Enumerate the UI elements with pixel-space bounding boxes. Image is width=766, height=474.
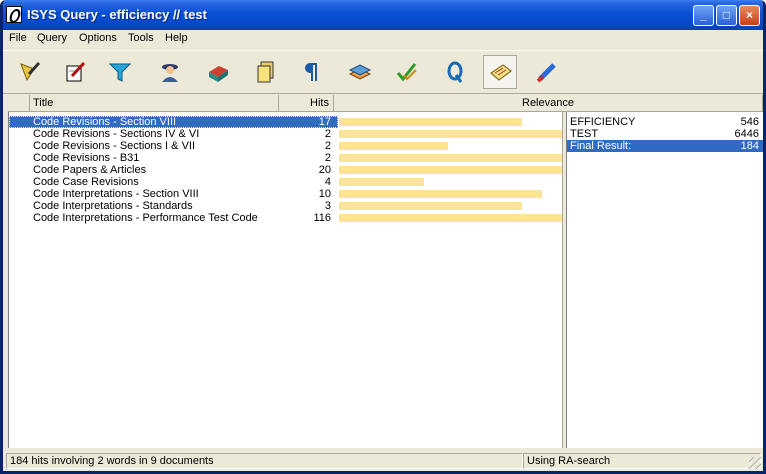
relevance-bar <box>339 142 449 150</box>
relevance-bar <box>339 178 424 186</box>
term-label: Final Result: <box>570 140 632 152</box>
card-box-icon[interactable] <box>201 55 235 89</box>
row-hits: 17 <box>318 116 331 128</box>
row-hits: 2 <box>324 128 331 140</box>
app-logo-icon[interactable] <box>6 6 22 23</box>
menu-help[interactable]: Help <box>165 32 188 44</box>
row-title: Code Interpretations - Section VIII <box>33 188 199 200</box>
status-bar: 184 hits involving 2 words in 9 document… <box>3 451 763 471</box>
relevance-bar-track <box>339 166 562 174</box>
window-title: ISYS Query - efficiency // test <box>27 7 207 22</box>
menu-bar: File Query Options Tools Help <box>3 30 763 48</box>
row-hits: 116 <box>313 212 331 224</box>
query-pen-icon[interactable] <box>13 55 47 89</box>
toolbar <box>3 50 763 94</box>
highlighter-icon[interactable] <box>530 55 564 89</box>
table-row[interactable]: Code Interpretations - Performance Test … <box>9 212 562 224</box>
column-header-title[interactable]: Title <box>30 95 279 112</box>
menu-tools[interactable]: Tools <box>128 32 154 44</box>
relevance-bar <box>339 190 542 198</box>
relevance-bar-track <box>339 190 562 198</box>
close-button[interactable]: × <box>739 5 760 26</box>
row-hits: 4 <box>324 176 331 188</box>
term-label: TEST <box>570 128 599 140</box>
funnel-icon[interactable] <box>103 55 137 89</box>
title-bar[interactable]: ISYS Query - efficiency // test _ □ × <box>3 0 763 30</box>
table-row[interactable]: Code Revisions - B31 2 <box>9 152 562 164</box>
resize-grip[interactable] <box>749 457 761 469</box>
relevance-bar-track <box>339 154 562 162</box>
notepad-pen-icon[interactable] <box>58 55 92 89</box>
relevance-bar <box>339 214 562 222</box>
status-hits-summary: 184 hits involving 2 words in 9 document… <box>6 453 523 469</box>
maximize-button[interactable]: □ <box>716 5 737 26</box>
table-row[interactable]: Code Papers & Articles 20 <box>9 164 562 176</box>
term-label: EFFICIENCY <box>570 116 636 128</box>
term-row[interactable]: TEST 6446 <box>567 128 763 140</box>
final-result-row[interactable]: Final Result: 184 <box>567 140 763 152</box>
row-title: Code Revisions - Sections I & VII <box>33 140 196 152</box>
table-row[interactable]: Code Revisions - Section VIII 17 <box>9 116 562 128</box>
row-title: Code Interpretations - Performance Test … <box>33 212 258 224</box>
column-header-hits[interactable]: Hits <box>279 95 334 112</box>
row-title: Code Revisions - Section VIII <box>33 116 177 128</box>
row-title: Code Interpretations - Standards <box>33 200 193 212</box>
term-count: 6446 <box>734 128 759 140</box>
term-count: 184 <box>740 140 759 152</box>
relevance-bar-track <box>339 202 562 210</box>
row-hits: 3 <box>324 200 331 212</box>
table-row[interactable]: Code Case Revisions 4 <box>9 176 562 188</box>
column-header-relevance[interactable]: Relevance <box>334 95 763 112</box>
results-list[interactable]: Code Revisions - Section VIII 17 Code Revi… <box>8 112 563 448</box>
minimize-button[interactable]: _ <box>693 5 714 26</box>
relevance-bar <box>339 166 562 174</box>
relevance-bar-track <box>339 214 562 222</box>
row-title: Code Revisions - Sections IV & VI <box>33 128 200 140</box>
app-window: ISYS Query - efficiency // test _ □ × Fi… <box>0 0 766 474</box>
stack-icon[interactable] <box>343 55 377 89</box>
menu-options[interactable]: Options <box>79 32 117 44</box>
term-stats-list[interactable]: EFFICIENCY 546 TEST 6446 Final Result: 184 <box>566 112 763 448</box>
term-count: 546 <box>740 116 759 128</box>
row-hits: 2 <box>324 140 331 152</box>
relevance-bar <box>339 118 522 126</box>
row-title: Code Revisions - B31 <box>33 152 140 164</box>
relevance-bar <box>339 130 562 138</box>
relevance-bar-track <box>339 142 562 150</box>
table-row[interactable]: Code Revisions - Sections IV & VI 2 <box>9 128 562 140</box>
row-title: Code Case Revisions <box>33 176 139 188</box>
checked-list-icon[interactable] <box>483 55 517 89</box>
relevance-bar <box>339 154 562 162</box>
term-row[interactable]: EFFICIENCY 546 <box>567 116 763 128</box>
column-header-marker[interactable] <box>8 95 30 112</box>
documents-icon[interactable] <box>249 55 283 89</box>
paragraph-icon[interactable] <box>295 55 329 89</box>
menu-file[interactable]: File <box>9 32 27 44</box>
menu-query[interactable]: Query <box>37 32 67 44</box>
relevance-bar-track <box>339 118 562 126</box>
checkmarks-icon[interactable] <box>390 55 424 89</box>
relevance-bar-track <box>339 130 562 138</box>
relevance-bar-track <box>339 178 562 186</box>
row-title: Code Papers & Articles <box>33 164 147 176</box>
row-hits: 2 <box>324 152 331 164</box>
q-letter-icon[interactable] <box>438 55 472 89</box>
table-row[interactable]: Code Revisions - Sections I & VII 2 <box>9 140 562 152</box>
status-search-mode: Using RA-search <box>523 453 761 469</box>
relevance-bar <box>339 202 522 210</box>
detective-icon[interactable] <box>153 55 187 89</box>
row-hits: 10 <box>318 188 331 200</box>
row-hits: 20 <box>318 164 331 176</box>
table-row[interactable]: Code Interpretations - Section VIII 10 <box>9 188 562 200</box>
table-row[interactable]: Code Interpretations - Standards 3 <box>9 200 562 212</box>
